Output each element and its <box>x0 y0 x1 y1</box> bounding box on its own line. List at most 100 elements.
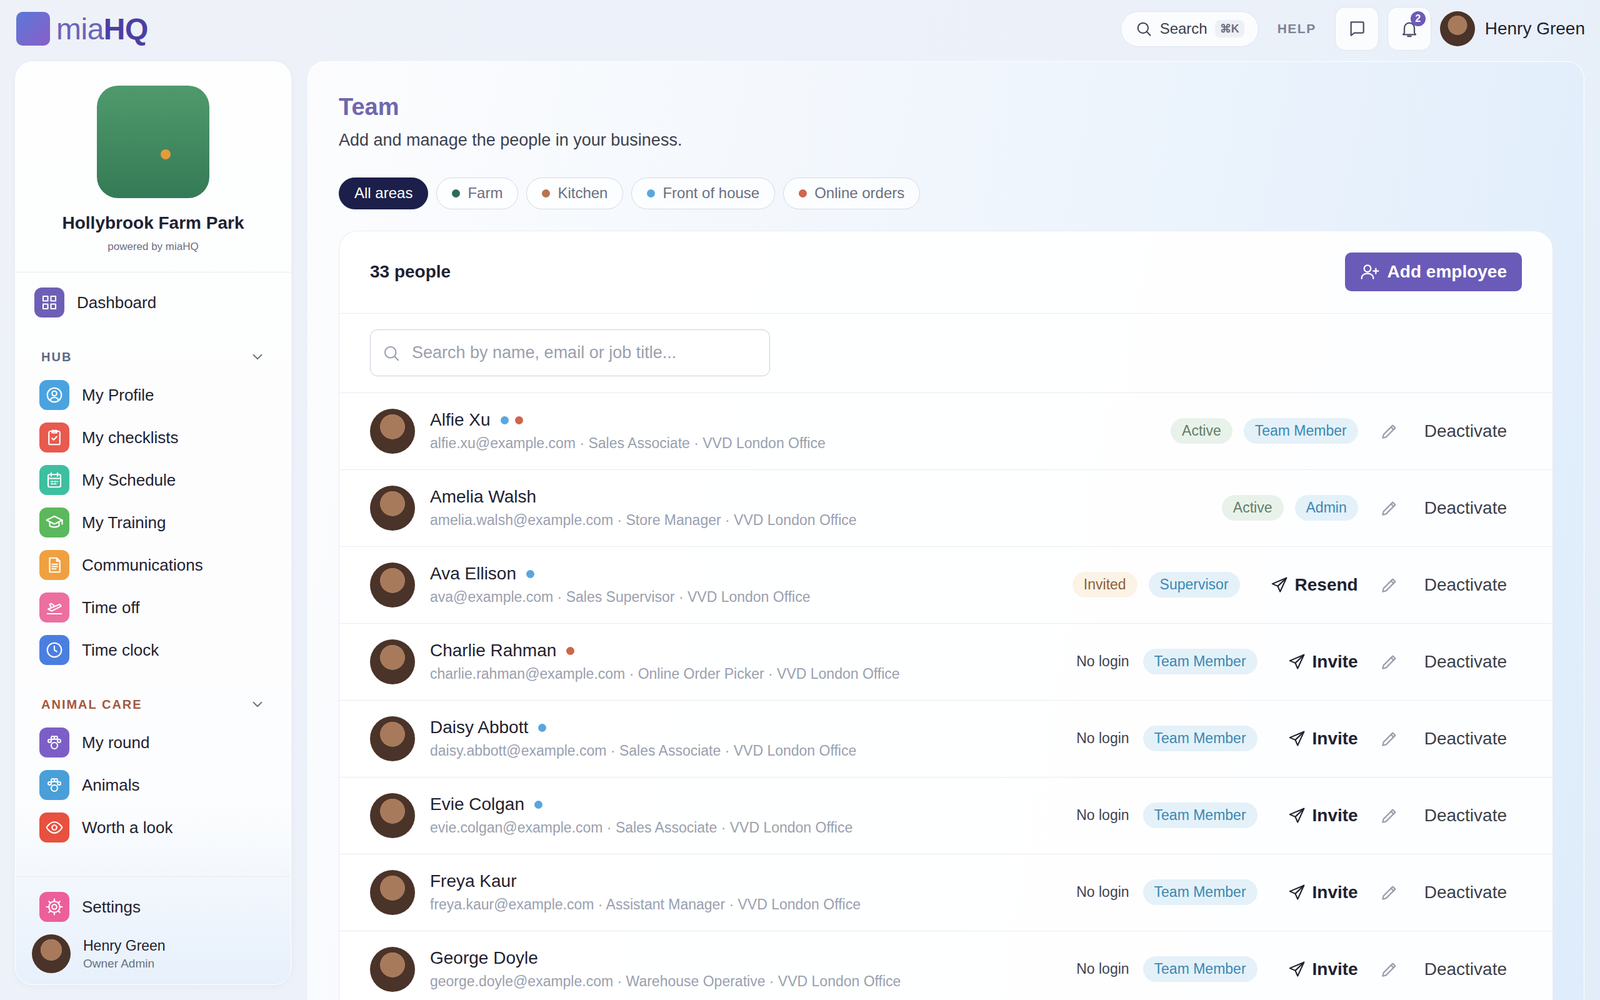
status-badge: No login <box>1073 879 1132 905</box>
team-card: 33 peopleAdd employeeAlfie Xualfie.xu@ex… <box>338 230 1554 1000</box>
messages-button[interactable] <box>1335 6 1379 51</box>
user-menu[interactable]: Henry Green <box>1440 11 1585 47</box>
chevron-down-icon <box>249 696 266 713</box>
pencil-icon <box>1379 575 1400 595</box>
person-avatar <box>370 408 415 454</box>
edit-button[interactable] <box>1375 571 1404 599</box>
help-button[interactable]: HELP <box>1267 21 1327 37</box>
person-avatar <box>370 485 415 531</box>
edit-button[interactable] <box>1375 878 1404 907</box>
edit-button[interactable] <box>1375 955 1404 984</box>
deactivate-button[interactable]: Deactivate <box>1424 651 1507 672</box>
person-avatar <box>370 639 415 685</box>
sidebar-item[interactable]: Time clock <box>15 628 291 672</box>
role-badge: Team Member <box>1143 725 1258 752</box>
person-row[interactable]: Charlie Rahmancharlie.rahman@example.com… <box>339 623 1553 701</box>
shortcut-key: ⌘K <box>1215 20 1245 38</box>
person-row[interactable]: Freya Kaurfreya.kaur@example.com · Assis… <box>339 854 1553 932</box>
paw-icon <box>45 733 64 752</box>
pencil-icon <box>1379 651 1400 672</box>
main-panel: TeamAdd and manage the people in your bu… <box>307 61 1585 1000</box>
person-details: charlie.rahman@example.com · Online Orde… <box>430 665 1059 683</box>
area-dot <box>534 800 543 809</box>
deactivate-button[interactable]: Deactivate <box>1424 882 1507 903</box>
area-dot <box>538 723 547 732</box>
person-details: freya.kaur@example.com · Assistant Manag… <box>430 896 1059 914</box>
send-icon <box>1287 729 1307 749</box>
sidebar-item[interactable]: My Training <box>15 501 291 544</box>
sidebar-nav: Dashboard HUBMy ProfileMy checklistsMy Sc… <box>15 272 291 849</box>
invite-button[interactable]: Invite <box>1287 882 1359 903</box>
area-dot <box>515 416 524 425</box>
person-row[interactable]: Daisy Abbottdaisy.abbott@example.com · S… <box>339 700 1553 778</box>
deactivate-button[interactable]: Deactivate <box>1424 575 1507 595</box>
sidebar-item[interactable]: My Schedule <box>15 458 291 502</box>
sidebar-item[interactable]: Time off <box>15 586 291 629</box>
notification-count: 2 <box>1410 11 1426 27</box>
filter-pill[interactable]: Kitchen <box>526 177 624 210</box>
page-subtitle: Add and manage the people in your busine… <box>338 130 1554 150</box>
role-badge: Team Member <box>1143 956 1258 982</box>
filter-pill[interactable]: All areas <box>338 177 429 210</box>
invite-button[interactable]: Invite <box>1287 728 1359 749</box>
settings-item[interactable]: Settings <box>15 885 291 929</box>
filter-pill[interactable]: Front of house <box>631 177 775 210</box>
person-row[interactable]: Ava Ellisonava@example.com · Sales Super… <box>339 546 1553 624</box>
invite-button[interactable]: Resend <box>1270 575 1359 595</box>
invite-button[interactable]: Invite <box>1287 805 1359 826</box>
people-list: Alfie Xualfie.xu@example.com · Sales Ass… <box>339 393 1553 1000</box>
filter-pill[interactable]: Farm <box>436 177 519 210</box>
document-icon <box>45 555 64 575</box>
deactivate-button[interactable]: Deactivate <box>1424 421 1507 442</box>
sidebar-user[interactable]: Henry GreenOwner Admin <box>15 928 291 976</box>
person-avatar <box>370 946 415 992</box>
business-card: Hollybrook Farm Parkpowered by miaHQ <box>15 61 291 273</box>
person-row[interactable]: Evie Colganevie.colgan@example.com · Sal… <box>339 777 1553 855</box>
notifications-button[interactable]: 2 <box>1387 6 1432 51</box>
section-header[interactable]: ANIMAL CARE <box>15 687 291 722</box>
sidebar-item[interactable]: Animals <box>15 763 291 807</box>
person-row[interactable]: George Doylegeorge.doyle@example.com · W… <box>339 931 1553 1000</box>
send-icon <box>1287 960 1307 979</box>
pencil-icon <box>1379 498 1400 519</box>
pencil-icon <box>1379 882 1400 903</box>
sidebar-item[interactable]: Worth a look <box>15 806 291 849</box>
sidebar-item[interactable]: My Profile <box>15 373 291 417</box>
search-input[interactable] <box>410 342 759 364</box>
sidebar-item[interactable]: My checklists <box>15 416 291 459</box>
deactivate-button[interactable]: Deactivate <box>1424 959 1507 980</box>
deactivate-button[interactable]: Deactivate <box>1424 498 1507 519</box>
section-header[interactable]: HUB <box>15 340 291 374</box>
role-badge: Team Member <box>1143 648 1258 675</box>
deactivate-button[interactable]: Deactivate <box>1424 728 1507 749</box>
person-avatar <box>370 870 415 915</box>
person-name: Daisy Abbott <box>430 717 529 738</box>
deactivate-button[interactable]: Deactivate <box>1424 805 1507 826</box>
invite-button[interactable]: Invite <box>1287 959 1359 980</box>
status-badge: No login <box>1073 725 1132 752</box>
graduation-cap-icon <box>45 513 64 532</box>
invite-button[interactable]: Invite <box>1287 651 1359 672</box>
brand-name: miaHQ <box>56 11 149 47</box>
brand-logo[interactable]: miaHQ <box>15 10 149 47</box>
edit-button[interactable] <box>1375 801 1404 830</box>
filter-pill[interactable]: Online orders <box>783 177 920 210</box>
status-badge: No login <box>1073 956 1132 982</box>
add-employee-button[interactable]: Add employee <box>1345 252 1522 292</box>
sidebar-item[interactable]: Communications <box>15 543 291 587</box>
edit-button[interactable] <box>1375 725 1404 753</box>
edit-button[interactable] <box>1375 417 1404 445</box>
sidebar-item[interactable]: Dashboard <box>15 281 291 324</box>
sidebar-section: ANIMAL CAREMy roundAnimalsWorth a look <box>15 687 291 849</box>
people-search[interactable] <box>370 329 770 377</box>
powered-by: powered by miaHQ <box>107 240 199 254</box>
person-row[interactable]: Alfie Xualfie.xu@example.com · Sales Ass… <box>339 393 1553 470</box>
sidebar-item[interactable]: My round <box>15 721 291 764</box>
person-row[interactable]: Amelia Walshamelia.walsh@example.com · S… <box>339 470 1553 547</box>
search-button[interactable]: Search⌘K <box>1120 11 1259 47</box>
edit-button[interactable] <box>1375 648 1404 676</box>
edit-button[interactable] <box>1375 494 1404 522</box>
status-badge: Active <box>1221 495 1284 521</box>
role-badge: Team Member <box>1243 418 1359 444</box>
top-bar: miaHQ Search⌘K HELP 2 Henry Green <box>0 0 1600 58</box>
